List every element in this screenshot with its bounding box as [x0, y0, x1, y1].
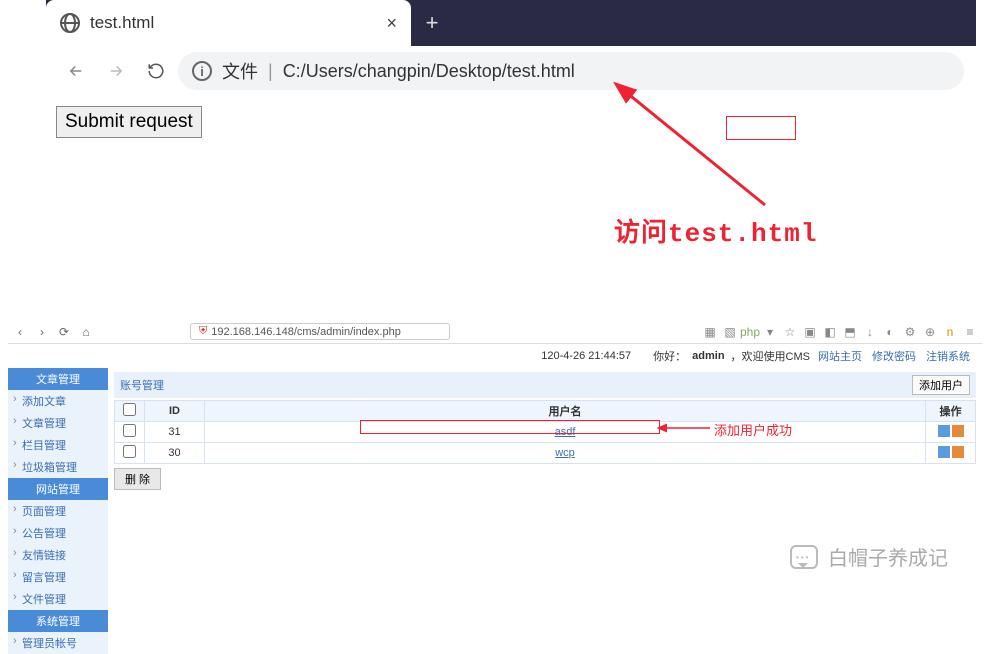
table-row: 30 wcp — [115, 443, 976, 464]
panel-title-text: 账号管理 — [120, 377, 164, 393]
delete-icon[interactable] — [952, 446, 964, 458]
tool-icon[interactable]: ◧ — [822, 324, 838, 340]
tool-icon[interactable]: ▧ — [722, 324, 738, 340]
submit-request-button[interactable]: Submit request — [56, 106, 202, 138]
col-id: ID — [145, 401, 205, 422]
row-checkbox[interactable] — [123, 445, 136, 458]
sidebar-item[interactable]: 公告管理 — [8, 522, 108, 544]
link-home[interactable]: 网站主页 — [818, 348, 862, 364]
delete-icon[interactable] — [952, 425, 964, 437]
admin-address-bar[interactable]: ⛨ 192.168.146.148/cms/admin/index.php — [190, 323, 450, 340]
watermark: ••• 白帽子养成记 — [790, 542, 948, 571]
row-checkbox[interactable] — [123, 424, 136, 437]
edit-icon[interactable] — [938, 425, 950, 437]
admin-panel-window: ‹ › ⟳ ⌂ ⛨ 192.168.146.148/cms/admin/inde… — [8, 320, 982, 654]
tool-icon[interactable]: ☆ — [782, 324, 798, 340]
page-content: Submit request — [46, 96, 976, 148]
cell-id: 31 — [145, 422, 205, 443]
sidebar-section: 网站管理 — [8, 478, 108, 500]
sidebar: 文章管理 添加文章 文章管理 栏目管理 垃圾箱管理 网站管理 页面管理 公告管理… — [8, 368, 108, 654]
admin-toolbar: ‹ › ⟳ ⌂ ⛨ 192.168.146.148/cms/admin/inde… — [8, 320, 982, 344]
watermark-text: 白帽子养成记 — [828, 542, 948, 571]
shield-icon: ⛨ — [199, 325, 207, 338]
sidebar-item[interactable]: 添加文章 — [8, 390, 108, 412]
tool-icon[interactable]: ⬒ — [842, 324, 858, 340]
link-logout[interactable]: 注销系统 — [926, 348, 970, 364]
cell-id: 30 — [145, 443, 205, 464]
admin-main: 账号管理 添加用户 ID 用户名 操作 31 asdf 3 — [108, 368, 982, 654]
forward-button[interactable] — [98, 53, 134, 89]
cell-user[interactable]: wcp — [555, 447, 575, 459]
welcome: ，欢迎使用CMS — [731, 348, 810, 364]
sidebar-item[interactable]: 文章管理 — [8, 412, 108, 434]
menu-icon[interactable]: ≡ — [962, 324, 978, 340]
info-icon[interactable]: i — [192, 61, 212, 81]
sidebar-section: 文章管理 — [8, 368, 108, 390]
checkbox-all[interactable] — [123, 403, 136, 416]
browser-tab[interactable]: test.html × — [46, 0, 411, 46]
separator: | — [268, 61, 273, 82]
sidebar-item[interactable]: 管理员帐号 — [8, 632, 108, 654]
toolbar: i 文件 | C:/Users/changpin/Desktop/test.ht… — [46, 46, 976, 96]
new-tab-button[interactable]: + — [411, 0, 453, 46]
panel-title: 账号管理 添加用户 — [114, 372, 976, 398]
annotation-text: 访问test.html — [614, 212, 817, 249]
admin-reload-icon[interactable]: ⟳ — [56, 324, 72, 340]
sidebar-item[interactable]: 栏目管理 — [8, 434, 108, 456]
edit-icon[interactable] — [938, 446, 950, 458]
tool-icon[interactable]: ▣ — [802, 324, 818, 340]
admin-url: 192.168.146.148/cms/admin/index.php — [211, 326, 401, 338]
current-user: admin — [692, 350, 724, 362]
sidebar-item[interactable]: 留言管理 — [8, 566, 108, 588]
tab-title: test.html — [90, 13, 376, 33]
tool-icon[interactable]: php — [742, 324, 758, 340]
delete-button[interactable]: 删 除 — [114, 468, 161, 490]
link-pwd[interactable]: 修改密码 — [872, 348, 916, 364]
tool-icon[interactable]: ⊕ — [922, 324, 938, 340]
greeting: 你好： — [653, 348, 686, 364]
tool-icon[interactable]: ⚙ — [902, 324, 918, 340]
annotation-box-user — [360, 420, 660, 434]
wechat-icon: ••• — [790, 545, 818, 569]
admin-body: 文章管理 添加文章 文章管理 栏目管理 垃圾箱管理 网站管理 页面管理 公告管理… — [8, 368, 982, 654]
annotation-arrow-icon — [660, 418, 720, 443]
sidebar-section: 系统管理 — [8, 610, 108, 632]
col-op: 操作 — [926, 401, 976, 422]
tab-bar: test.html × + — [46, 0, 976, 46]
tool-icon[interactable]: ◐ — [882, 324, 898, 340]
addr-prefix: 文件 — [222, 58, 258, 84]
globe-icon — [60, 13, 80, 33]
back-button[interactable] — [58, 53, 94, 89]
reload-button[interactable] — [138, 53, 174, 89]
admin-home-icon[interactable]: ⌂ — [78, 324, 94, 340]
addr-path: C:/Users/changpin/Desktop/test.html — [283, 61, 575, 82]
close-tab-icon[interactable]: × — [386, 13, 397, 34]
add-user-button[interactable]: 添加用户 — [912, 375, 970, 395]
browser-window: test.html × + i 文件 | C:/Users/changpin/D… — [46, 0, 976, 148]
tool-icon[interactable]: ↓ — [862, 324, 878, 340]
tool-icon[interactable]: ▾ — [762, 324, 778, 340]
timestamp: 120-4-26 21:44:57 — [541, 350, 631, 362]
admin-forward-icon[interactable]: › — [34, 324, 50, 340]
admin-back-icon[interactable]: ‹ — [12, 324, 28, 340]
sidebar-item[interactable]: 垃圾箱管理 — [8, 456, 108, 478]
sidebar-item[interactable]: 文件管理 — [8, 588, 108, 610]
annotation-text-user: 添加用户成功 — [714, 420, 792, 439]
annotation-arrow-icon — [615, 85, 795, 220]
sidebar-item[interactable]: 页面管理 — [8, 500, 108, 522]
col-user: 用户名 — [205, 401, 926, 422]
tool-icon[interactable]: ▦ — [702, 324, 718, 340]
tool-icon[interactable]: n — [942, 324, 958, 340]
address-bar[interactable]: i 文件 | C:/Users/changpin/Desktop/test.ht… — [178, 52, 964, 90]
sidebar-item[interactable]: 友情链接 — [8, 544, 108, 566]
admin-topbar: 120-4-26 21:44:57 你好： admin ，欢迎使用CMS 网站主… — [8, 344, 982, 368]
